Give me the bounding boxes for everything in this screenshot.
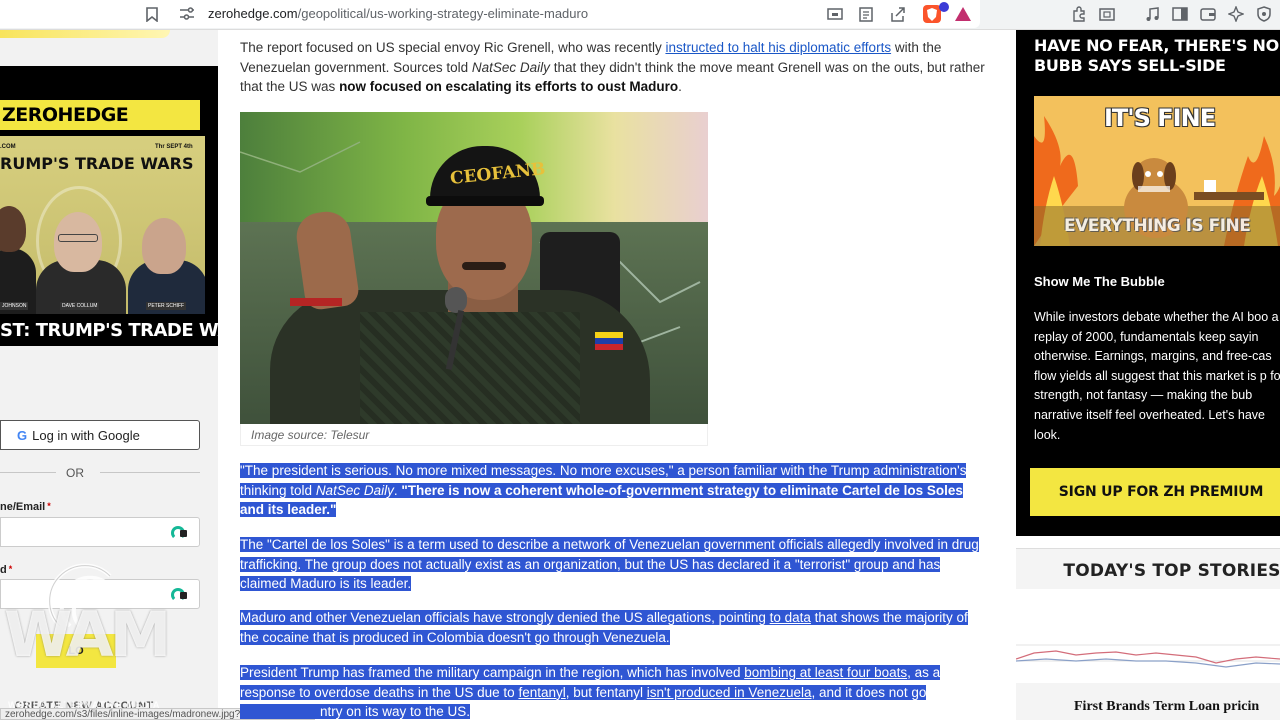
debates-title: ZEROHEDGE DEBATES xyxy=(0,100,200,156)
intro-text-4: . xyxy=(678,79,682,95)
intro-text-1: The report focused on US special envoy R… xyxy=(240,40,666,55)
reader-icon[interactable] xyxy=(826,5,844,23)
this-is-fine-meme: IT'S FINE EVERYTHING IS FINE xyxy=(1034,96,1280,246)
intro-natsec-italic: NatSec Daily xyxy=(471,59,550,75)
top-stories-title: TODAY'S TOP STORIES xyxy=(1063,561,1280,581)
document-icon[interactable] xyxy=(857,5,875,23)
top-stories: TODAY'S TOP STORIES First Brands Term Lo… xyxy=(1015,548,1280,720)
quote-paragraph-highlight: "The president is serious. No more mixed… xyxy=(240,463,967,518)
bookmark-icon[interactable] xyxy=(143,5,161,23)
article-image[interactable]: CEOFANB xyxy=(240,112,708,424)
debates-artwork: .COM Thr SEPT 4th RUMP'S TRADE WARS JOHN… xyxy=(0,136,205,314)
speaker-1-face xyxy=(0,206,26,252)
meme-bottom-text: EVERYTHING IS FINE xyxy=(1064,216,1251,236)
debates-bottom-text: ST: TRUMP'S TRADE WARS xyxy=(0,320,218,341)
url-text[interactable]: zerohedge.com/geopolitical/us-working-st… xyxy=(208,6,588,21)
fentanyl-link[interactable]: fentanyl xyxy=(518,685,565,700)
browser-toolbar: zerohedge.com/geopolitical/us-working-st… xyxy=(0,0,1280,30)
or-text: OR xyxy=(66,466,84,480)
story-title[interactable]: First Brands Term Loan pricin xyxy=(1074,699,1259,715)
to-data-link[interactable]: to data xyxy=(770,610,811,625)
sidebar-icon[interactable] xyxy=(1171,5,1189,23)
quote-natsec-italic: NatSec Daily xyxy=(315,482,394,498)
google-icon: G xyxy=(17,427,28,443)
lock-icon xyxy=(180,592,187,599)
signup-premium-button[interactable]: SIGN UP FOR ZH PREMIUM xyxy=(1030,468,1280,516)
password-label: d * xyxy=(0,564,12,576)
denial-text-1: Maduro and other Venezuelan officials ha… xyxy=(240,610,770,625)
share-icon[interactable] xyxy=(889,5,907,23)
or-divider xyxy=(0,472,200,473)
url-host: zerohedge.com xyxy=(208,6,298,21)
extensions-icon[interactable] xyxy=(1070,5,1088,23)
speaker-3-name: PETER SCHIFF xyxy=(146,302,187,310)
article-intro-paragraph: The report focused on US special envoy R… xyxy=(240,38,985,97)
google-login-label: Log in with Google xyxy=(32,427,140,443)
venezuela-flag-patch xyxy=(595,332,623,350)
top-accent-bar xyxy=(0,30,170,38)
shield-count-badge xyxy=(939,2,949,12)
article-body: The report focused on US special envoy R… xyxy=(240,38,985,97)
trump-paragraph-highlight: President Trump has framed the military … xyxy=(240,665,941,720)
promo-body: While investors debate whether the AI bo… xyxy=(1034,310,1280,442)
lock-icon xyxy=(180,530,187,537)
speaker-2-face xyxy=(54,212,102,272)
trump-text-5: ntry on its way to the US. xyxy=(320,704,471,720)
mustache xyxy=(462,262,506,270)
required-marker: * xyxy=(8,564,13,574)
story-chart-lines xyxy=(1015,644,1280,668)
bombing-boats-link[interactable]: bombing at least four boats xyxy=(744,665,907,680)
password-label-text: d xyxy=(0,564,7,576)
screenshot-icon[interactable] xyxy=(1098,5,1116,23)
url-path: /geopolitical/us-working-strategy-elimin… xyxy=(297,6,589,21)
quote-paragraph: "The president is serious. No more mixed… xyxy=(240,461,988,520)
image-caption: Image source: Telesur xyxy=(240,424,708,446)
uniform-camo xyxy=(360,312,580,424)
wristband xyxy=(290,298,342,306)
diplomatic-efforts-link[interactable]: instructed to halt his diplomatic effort… xyxy=(665,40,891,55)
premium-promo: HAVE NO FEAR, THERE'S NO BUBB SAYS SELL-… xyxy=(1016,30,1280,536)
username-label: ne/Email * xyxy=(0,501,51,513)
trump-text-4: , and it does not go xyxy=(811,684,927,700)
speaker-2-glasses xyxy=(58,234,98,242)
cap-brim xyxy=(426,196,544,206)
debates-subtitle: RUMP'S TRADE WARS xyxy=(0,154,194,173)
intro-bold-text: now focused on escalating its efforts to… xyxy=(339,79,679,95)
speaker-3-face xyxy=(142,218,186,274)
trump-text-1: President Trump has framed the military … xyxy=(240,665,745,680)
wallet-icon[interactable] xyxy=(1199,5,1217,23)
meme-top-text: IT'S FINE xyxy=(1104,104,1216,132)
site-settings-icon[interactable] xyxy=(178,5,196,23)
trump-paragraph: President Trump has framed the military … xyxy=(240,663,988,720)
story-thumbnail-chart[interactable] xyxy=(1015,589,1280,683)
promo-title[interactable]: Show Me The Bubble xyxy=(1034,274,1165,289)
leo-icon[interactable] xyxy=(1227,5,1245,23)
not-produced-link[interactable]: isn't produced in Venezuela xyxy=(647,685,812,700)
brave-rewards-icon[interactable] xyxy=(954,5,972,23)
debates-date: Thr SEPT 4th xyxy=(155,144,193,150)
cartel-paragraph-highlight: The "Cartel de los Soles" is a term used… xyxy=(240,537,979,592)
debates-banner[interactable]: ZEROHEDGE DEBATES .COM Thr SEPT 4th RUMP… xyxy=(0,66,218,346)
debates-site: .COM xyxy=(0,144,16,150)
wam-watermark: WAM xyxy=(4,598,171,671)
denial-paragraph: Maduro and other Venezuelan officials ha… xyxy=(240,608,988,647)
address-bar[interactable]: zerohedge.com/geopolitical/us-working-st… xyxy=(0,0,980,28)
cartel-paragraph: The "Cartel de los Soles" is a term used… xyxy=(240,535,988,594)
microphone xyxy=(445,287,467,313)
speaker-1-name: JOHNSON xyxy=(0,302,29,310)
trump-text-3: , but fentanyl xyxy=(565,684,647,700)
username-field[interactable] xyxy=(0,517,200,547)
username-label-text: ne/Email xyxy=(0,501,46,513)
google-login-button[interactable]: G Log in with Google xyxy=(0,420,200,450)
promo-heading: HAVE NO FEAR, THERE'S NO BUBB SAYS SELL-… xyxy=(1034,36,1279,75)
required-marker: * xyxy=(47,501,51,511)
denial-paragraph-highlight: Maduro and other Venezuelan officials ha… xyxy=(240,610,968,645)
music-icon[interactable] xyxy=(1143,5,1161,23)
vpn-icon[interactable] xyxy=(1255,5,1273,23)
speaker-2-name: DAVE COLLUM xyxy=(60,302,100,310)
